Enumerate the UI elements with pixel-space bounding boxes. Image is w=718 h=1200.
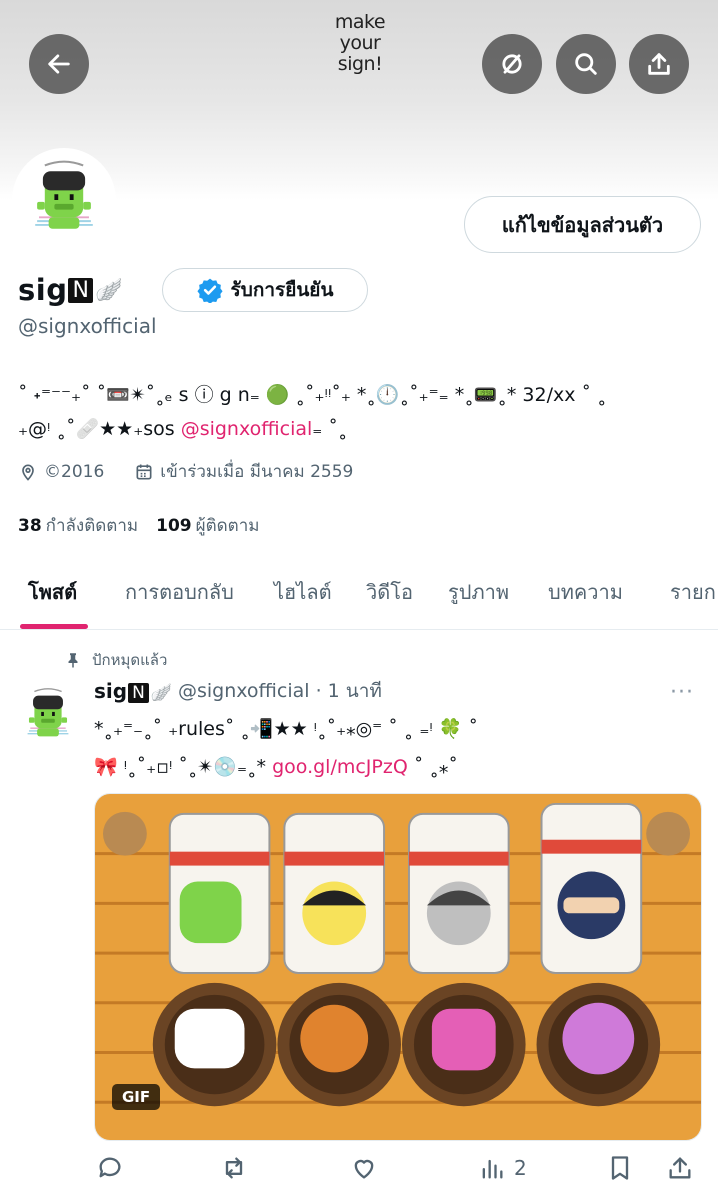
tweet-author-boxed-letter: N [128,683,149,703]
tweet-gif-media[interactable] [94,793,702,1141]
avatar-image [14,682,82,750]
pinned-label: ปักหมุดแล้ว [92,651,168,669]
tweet-text-segment: ˚ ˳⁎˚ [407,756,458,778]
bio-mention-link[interactable]: @signxofficial [181,418,313,440]
bio-text: ₌ ˚˳ [312,418,348,440]
followers-link[interactable]: 109 ผู้ติดตาม [156,512,259,539]
profile-bio: ˚ ˖⁼⁻⁻₊˚ ˚📼✴˚˳ₑ s ⓘ g n₌ 🟢 ˳˚₊ᵎᵎ˚₊ *˳🕛˳˚… [18,378,708,446]
reply-icon [99,1157,121,1178]
share-icon [648,53,670,75]
views-count: 2 [514,1156,527,1180]
tweet-header: sig N 🪽 @signxofficial · 1 นาที [94,676,382,706]
following-label: กำลังติดตาม [45,516,139,536]
bookmark-button[interactable] [606,1154,634,1182]
logo-line: your [339,32,381,54]
tweet-avatar[interactable] [14,682,82,750]
followers-label: ผู้ติดตาม [195,516,260,536]
tab-articles[interactable]: บทความ [548,576,623,608]
bio-text: ₊@ᵎ ˳˚🩹★★₊sos [18,418,181,440]
logo-line: sign! [337,53,383,75]
tweet-author-name[interactable]: sig N 🪽 [94,679,172,703]
search-button[interactable] [556,34,616,94]
eye-slash-icon [502,54,522,74]
gif-badge: GIF [112,1084,161,1110]
profile-tabs: โพสต์ การตอบกลับ ไฮไลต์ วิดีโอ รูปภาพ บท… [0,558,718,630]
wing-emoji: 🪽 [150,683,172,703]
location-pin-icon [22,464,34,481]
tab-videos[interactable]: วิดีโอ [366,576,413,608]
repost-button[interactable] [220,1154,248,1182]
location-text: ©2016 [44,461,105,482]
verified-badge-button[interactable]: รับการยืนยัน [162,268,368,312]
verified-label: รับการยืนยัน [230,279,334,301]
repost-icon [225,1157,243,1179]
joined-date: เข้าร่วมเมื่อ มีนาคม 2559 [160,462,354,482]
tweet-author-text: sig [94,679,128,703]
following-link[interactable]: 38 กำลังติดตาม [18,512,138,539]
active-tab-indicator [20,624,88,629]
display-name-row: sig N 🪽 [18,270,122,310]
avatar-image [16,152,112,248]
calendar-icon [136,464,152,479]
like-button[interactable] [350,1154,378,1182]
edit-profile-button[interactable]: แก้ไขข้อมูลส่วนตัว [464,196,701,253]
tweet-share-button[interactable] [666,1154,694,1182]
profile-banner[interactable]: make your sign! [0,0,718,200]
profile-page: make your sign! แก้ไขข้อมูลส่วนตัว sig N… [0,0,718,1200]
back-button[interactable] [29,34,89,94]
tweet-text: *˳₊⁼₋˳˚ ₊rules˚ ˳📲★★ ᵎ˳˚₊⁎◎⁼ ˚ ˳ ₌ᵎ 🍀 ˚ … [94,710,704,786]
tweet-timestamp[interactable]: · 1 นาที [316,676,382,706]
tab-photos[interactable]: รูปภาพ [448,576,509,608]
tab-replies[interactable]: การตอบกลับ [125,576,234,608]
heart-icon [354,1159,374,1179]
hide-profile-button[interactable] [482,34,542,94]
banner-logo: make your sign! [318,12,402,75]
pinned-indicator: ปักหมุดแล้ว [64,648,167,672]
following-count: 38 [18,516,42,536]
more-options-icon[interactable]: ··· [670,680,694,705]
bookmark-icon [611,1156,629,1180]
profile-avatar[interactable] [12,148,116,252]
tweet-line: 🎀 ᵎ˳˚₊▫ᵎ ˚˳✴💿₌˳* goo.gl/mcJPzQ ˚ ˳⁎˚ [94,748,704,786]
tweet-text-segment: 🎀 ᵎ˳˚₊▫ᵎ ˚˳✴💿₌˳* [94,756,273,778]
tweet-actions: 2 [94,1150,704,1190]
tweet-link[interactable]: goo.gl/mcJPzQ [272,756,408,778]
views-chart-icon [482,1159,503,1179]
tab-lists[interactable]: รายก [670,576,716,608]
profile-meta: ©2016 เข้าร่วมเมื่อ มีนาคม 2559 [18,458,353,485]
profile-handle: @signxofficial [18,314,157,338]
bio-line: ₊@ᵎ ˳˚🩹★★₊sos @signxofficial₌ ˚˳ [18,412,708,446]
bio-line: ˚ ˖⁼⁻⁻₊˚ ˚📼✴˚˳ₑ s ⓘ g n₌ 🟢 ˳˚₊ᵎᵎ˚₊ *˳🕛˳˚… [18,384,607,406]
display-name-boxed-letter: N [68,277,93,303]
tweet-author-handle[interactable]: @signxofficial [178,680,310,702]
share-button[interactable] [629,34,689,94]
tab-posts[interactable]: โพสต์ [28,576,77,608]
tab-highlights[interactable]: ไฮไลต์ [274,576,332,608]
follow-stats: 38 กำลังติดตาม 109 ผู้ติดตาม [18,512,259,539]
share-icon [669,1157,691,1179]
logo-line: make [334,11,386,33]
wing-emoji: 🪽 [94,277,123,303]
display-name: sig [18,273,68,307]
reply-button[interactable] [96,1154,124,1182]
tweet-line: *˳₊⁼₋˳˚ ₊rules˚ ˳📲★★ ᵎ˳˚₊⁎◎⁼ ˚ ˳ ₌ᵎ 🍀 ˚ [94,718,478,740]
search-icon [575,53,597,75]
verified-check-icon [196,278,223,303]
arrow-left-icon [48,54,70,74]
followers-count: 109 [156,516,192,536]
pin-icon [68,653,78,668]
gif-animation-image [95,794,701,1140]
views-button[interactable]: 2 [478,1154,527,1182]
